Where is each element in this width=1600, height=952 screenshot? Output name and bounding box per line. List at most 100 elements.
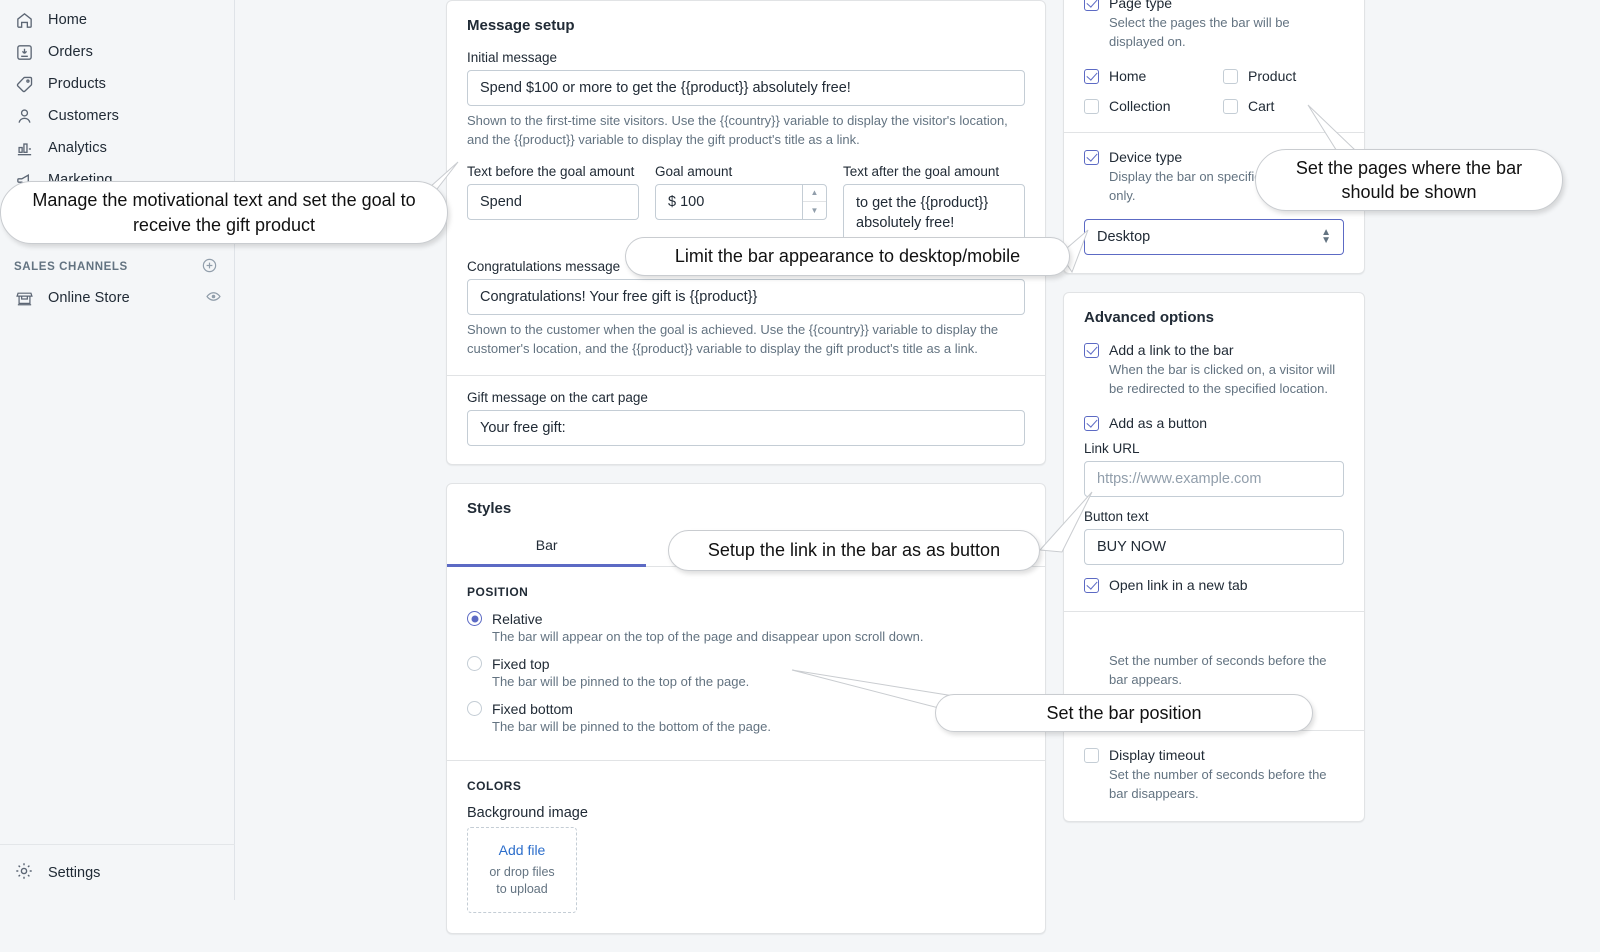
radio-fixed-top-control[interactable] bbox=[467, 656, 482, 672]
text-after-label: Text after the goal amount bbox=[843, 163, 1000, 179]
sidebar-item-customers[interactable]: Customers bbox=[0, 100, 234, 132]
callout-message-setup: Manage the motivational text and set the… bbox=[0, 181, 448, 244]
page-option-cart-checkbox[interactable] bbox=[1223, 98, 1238, 114]
page-option-cart-label: Cart bbox=[1248, 97, 1275, 114]
device-type-select[interactable]: Desktop ▲ ▼ bbox=[1084, 219, 1344, 256]
open-new-tab-label: Open link in a new tab bbox=[1109, 577, 1248, 594]
page-type-row[interactable]: Page type bbox=[1084, 0, 1344, 11]
congratulations-help: Shown to the customer when the goal is a… bbox=[467, 322, 999, 357]
radio-relative-help: The bar will appear on the top of the pa… bbox=[492, 628, 924, 644]
callout-page-type-text: Set the pages where the bar should be sh… bbox=[1295, 157, 1523, 202]
sales-channels-heading: SALES CHANNELS bbox=[14, 261, 128, 273]
radio-fixed-bottom-control[interactable] bbox=[467, 701, 482, 717]
add-link-help: When the bar is clicked on, a visitor wi… bbox=[1109, 362, 1336, 397]
eye-icon[interactable] bbox=[205, 288, 222, 308]
background-image-label: Background image bbox=[467, 804, 588, 821]
page-type-checkbox[interactable] bbox=[1084, 0, 1099, 11]
store-icon bbox=[14, 288, 34, 308]
sidebar-item-label: Customers bbox=[48, 108, 119, 124]
radio-relative-label: Relative bbox=[492, 610, 543, 627]
sidebar-item-label: Analytics bbox=[48, 140, 107, 156]
text-before-label: Text before the goal amount bbox=[467, 163, 635, 179]
initial-message-input[interactable] bbox=[467, 70, 1025, 106]
text-after-input[interactable] bbox=[843, 183, 1025, 243]
open-new-tab-row[interactable]: Open link in a new tab bbox=[1084, 577, 1344, 594]
page-option-product-checkbox[interactable] bbox=[1223, 68, 1238, 84]
sidebar-item-label: Products bbox=[48, 76, 107, 92]
goal-row: Text before the goal amount Goal amount … bbox=[467, 164, 1025, 246]
gift-message-label: Gift message on the cart page bbox=[467, 389, 648, 405]
page-option-product-label: Product bbox=[1248, 67, 1297, 84]
callout-device-type-text: Limit the bar appearance to desktop/mobi… bbox=[674, 246, 1021, 267]
callout-link-button-text: Setup the link in the bar as as button bbox=[707, 540, 1001, 561]
radio-relative[interactable]: Relative bbox=[467, 611, 1025, 627]
add-link-label: Add a link to the bar bbox=[1109, 342, 1234, 359]
page-option-product[interactable]: Product bbox=[1223, 68, 1344, 84]
orders-icon bbox=[14, 42, 34, 62]
sidebar-item-settings[interactable]: Settings bbox=[0, 844, 235, 900]
radio-relative-control[interactable] bbox=[467, 611, 482, 627]
sidebar-item-analytics[interactable]: Analytics bbox=[0, 132, 234, 164]
add-file-button[interactable]: Add file bbox=[476, 842, 568, 858]
stepper-up-icon[interactable]: ▲ bbox=[803, 185, 826, 203]
sidebar-item-products[interactable]: Products bbox=[0, 68, 234, 100]
add-as-button-checkbox[interactable] bbox=[1084, 416, 1099, 432]
tag-icon bbox=[14, 74, 34, 94]
sidebar-item-label: Online Store bbox=[48, 290, 130, 306]
callout-device-type: Limit the bar appearance to desktop/mobi… bbox=[625, 237, 1070, 276]
card-divider bbox=[447, 374, 1045, 376]
home-icon bbox=[14, 10, 34, 30]
display-delay-help: Set the number of seconds before the bar… bbox=[1109, 653, 1327, 687]
page-option-home-checkbox[interactable] bbox=[1084, 68, 1099, 84]
congratulations-input[interactable] bbox=[467, 279, 1025, 316]
callout-page-type: Set the pages where the bar should be sh… bbox=[1255, 149, 1563, 211]
sidebar-item-online-store[interactable]: Online Store bbox=[0, 282, 234, 314]
display-timeout-row[interactable]: Display timeout bbox=[1084, 747, 1344, 763]
add-link-checkbox[interactable] bbox=[1084, 343, 1099, 359]
stepper-down-icon[interactable]: ▼ bbox=[803, 202, 826, 219]
dropzone-hint-line2: to upload bbox=[496, 881, 548, 896]
initial-message-label: Initial message bbox=[467, 50, 558, 65]
dropzone-hint-line1: or drop files bbox=[489, 864, 555, 879]
position-heading: POSITION bbox=[467, 584, 529, 599]
sidebar-item-label: Home bbox=[48, 12, 88, 28]
callout-bar-position-text: Set the bar position bbox=[1046, 702, 1202, 723]
link-url-label: Link URL bbox=[1084, 441, 1140, 457]
message-setup-card: Message setup Initial message Shown to t… bbox=[446, 0, 1046, 465]
bar-chart-icon bbox=[14, 138, 34, 158]
gift-message-input[interactable] bbox=[467, 409, 1025, 446]
add-as-button-row[interactable]: Add as a button bbox=[1084, 415, 1344, 432]
open-new-tab-checkbox[interactable] bbox=[1084, 578, 1099, 594]
tab-bar[interactable]: Bar bbox=[447, 525, 647, 567]
device-type-checkbox[interactable] bbox=[1084, 149, 1099, 165]
radio-fixed-top-label: Fixed top bbox=[492, 655, 550, 672]
page-option-collection-label: Collection bbox=[1109, 97, 1171, 114]
display-timeout-checkbox[interactable] bbox=[1084, 747, 1099, 763]
goal-amount-stepper[interactable]: ▲ ▼ bbox=[802, 184, 826, 219]
text-before-input[interactable] bbox=[467, 183, 639, 220]
colors-heading: COLORS bbox=[467, 778, 522, 793]
page-option-home[interactable]: Home bbox=[1084, 68, 1205, 84]
button-text-input[interactable] bbox=[1084, 529, 1344, 566]
button-text-label: Button text bbox=[1084, 509, 1149, 525]
sidebar-item-home[interactable]: Home bbox=[0, 4, 234, 36]
plus-circle-icon[interactable] bbox=[201, 257, 218, 277]
radio-fixed-bottom-label: Fixed bottom bbox=[492, 700, 573, 717]
callout-link-button: Setup the link in the bar as as button bbox=[668, 530, 1040, 571]
add-as-button-label: Add as a button bbox=[1109, 415, 1208, 432]
link-url-input[interactable] bbox=[1084, 461, 1344, 498]
sidebar-section-sales-channels: SALES CHANNELS bbox=[0, 252, 234, 282]
message-setup-title: Message setup bbox=[467, 17, 575, 34]
goal-amount-label: Goal amount bbox=[655, 163, 733, 179]
person-icon bbox=[14, 106, 34, 126]
add-link-row[interactable]: Add a link to the bar bbox=[1084, 342, 1344, 359]
page-option-collection[interactable]: Collection bbox=[1084, 98, 1205, 114]
styles-title: Styles bbox=[467, 499, 512, 517]
device-type-label: Device type bbox=[1109, 148, 1183, 165]
chevron-updown-icon: ▲ ▼ bbox=[1321, 226, 1331, 247]
callout-bar-position: Set the bar position bbox=[935, 694, 1313, 732]
page-option-collection-checkbox[interactable] bbox=[1084, 98, 1099, 114]
sidebar: Home Orders Products Customers Analytics bbox=[0, 0, 235, 900]
display-timeout-label: Display timeout bbox=[1109, 746, 1205, 763]
sidebar-item-orders[interactable]: Orders bbox=[0, 36, 234, 68]
